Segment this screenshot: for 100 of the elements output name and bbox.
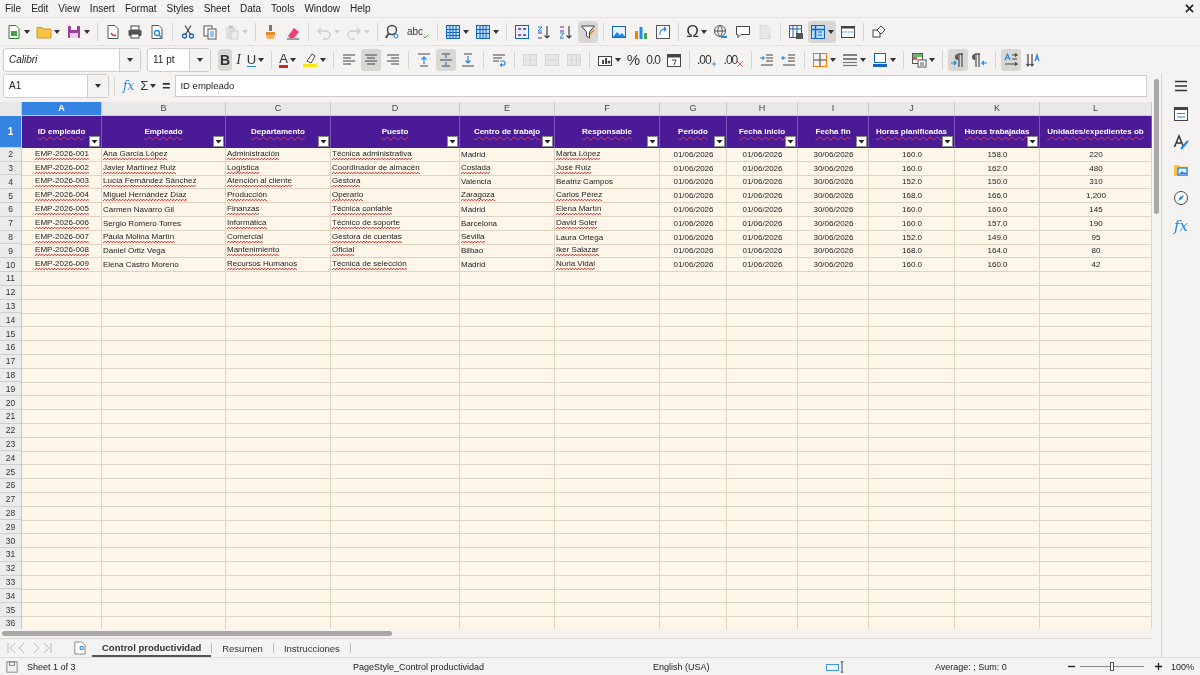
spelling-button[interactable]: abc: [405, 20, 433, 43]
filter-dropdown-icon[interactable]: [542, 135, 553, 147]
percent-button[interactable]: %: [624, 48, 643, 71]
vertical-scrollbar[interactable]: [1154, 79, 1159, 214]
sum-button[interactable]: Σ: [138, 74, 159, 97]
formula-input[interactable]: ID empleado: [175, 74, 1147, 97]
menu-item[interactable]: Styles: [166, 3, 194, 14]
menu-item[interactable]: Edit: [31, 3, 49, 14]
column-header[interactable]: F: [555, 101, 660, 116]
row-header[interactable]: 1: [0, 115, 22, 148]
font-name-field[interactable]: Calibri: [3, 47, 141, 72]
filter-dropdown-icon[interactable]: [318, 135, 329, 147]
horizontaltext-button[interactable]: [1001, 48, 1022, 71]
scissors-icon: [180, 23, 196, 40]
autofilter-button[interactable]: [578, 20, 599, 43]
caret-icon: [197, 57, 203, 62]
freeze-button[interactable]: [807, 20, 836, 43]
row-header[interactable]: 5: [0, 189, 22, 203]
menu-item[interactable]: Data: [239, 3, 262, 14]
filter-dropdown-icon[interactable]: [942, 135, 953, 147]
underline-button[interactable]: U: [244, 48, 267, 71]
zoom-slider-thumb[interactable]: [1110, 662, 1114, 671]
zoom-in-icon[interactable]: [1154, 662, 1163, 671]
properties-icon[interactable]: [1173, 106, 1189, 122]
special-button[interactable]: Ω: [684, 20, 709, 43]
add-sheet-icon[interactable]: [74, 641, 86, 656]
border-color-icon: [872, 51, 889, 68]
filter-dropdown-icon[interactable]: [785, 135, 796, 147]
table-cell: Elena Martín: [556, 204, 602, 215]
menu-item[interactable]: File: [5, 3, 22, 14]
formula-button[interactable]: =: [160, 74, 173, 97]
column-header[interactable]: J: [869, 101, 955, 116]
caret-icon: [890, 57, 897, 62]
gallery-icon[interactable]: [1173, 162, 1189, 178]
table-cell: 30/06/2026: [813, 205, 854, 214]
filter-dropdown-icon[interactable]: [856, 135, 867, 147]
caret-icon: [929, 57, 936, 62]
row-header[interactable]: 20: [0, 396, 22, 410]
row-header[interactable]: 4: [0, 175, 22, 190]
ltr-button[interactable]: [948, 48, 969, 71]
close-icon[interactable]: [1185, 4, 1194, 13]
menu-icon[interactable]: [1173, 78, 1189, 94]
table-cell: 310: [1089, 178, 1103, 187]
bold-button[interactable]: B: [218, 48, 233, 71]
menu-item[interactable]: Tools: [271, 3, 295, 14]
table-cell: 168.0: [902, 192, 922, 201]
navigator-icon[interactable]: [1173, 190, 1189, 206]
row-header[interactable]: 15: [0, 327, 22, 341]
column-header[interactable]: D: [331, 101, 460, 116]
name-box[interactable]: A1: [3, 73, 109, 98]
caret-icon: [463, 29, 470, 34]
styles-icon[interactable]: [1173, 134, 1189, 150]
filter-dropdown-icon[interactable]: [647, 135, 658, 147]
italic-button[interactable]: I: [234, 48, 243, 71]
sheet-tab[interactable]: Control productividad: [92, 639, 212, 657]
column-header[interactable]: I: [798, 101, 869, 116]
row-header[interactable]: 34: [0, 589, 22, 604]
deldecimal-button[interactable]: .00: [721, 48, 747, 71]
menu-item[interactable]: View: [58, 3, 80, 14]
row-header[interactable]: 10: [0, 258, 22, 272]
row-header[interactable]: 9: [0, 244, 22, 259]
menu-item[interactable]: Help: [350, 3, 371, 14]
menu-item[interactable]: Insert: [89, 3, 115, 14]
menu-item[interactable]: Window: [304, 3, 340, 14]
sheet-count-label: Sheet 1 of 3: [27, 661, 77, 672]
font-size-field[interactable]: 11 pt: [147, 47, 211, 72]
row-header[interactable]: 11: [0, 272, 22, 286]
column-header[interactable]: G: [660, 101, 727, 116]
number-button[interactable]: 0.0: [644, 48, 662, 71]
row-header[interactable]: 25: [0, 465, 22, 479]
cross-icon: [736, 59, 745, 68]
row-header[interactable]: 24: [0, 451, 22, 466]
sheet-tab[interactable]: Instrucciones: [273, 639, 350, 657]
row-header[interactable]: 30: [0, 534, 22, 548]
table-cell: 160.0: [987, 261, 1008, 270]
row-header[interactable]: 6: [0, 203, 22, 217]
menu-item[interactable]: Format: [124, 3, 157, 14]
menu-item[interactable]: Sheet: [203, 3, 230, 14]
column-header[interactable]: B: [102, 101, 226, 116]
fontcolor-button[interactable]: A: [277, 48, 298, 71]
column-header[interactable]: H: [727, 101, 798, 116]
column-header[interactable]: K: [955, 101, 1040, 116]
column-header[interactable]: A: [22, 101, 102, 116]
split-window-icon: [839, 23, 856, 40]
alignmiddle-button[interactable]: [435, 48, 456, 71]
row-header[interactable]: 35: [0, 603, 22, 617]
filter-dropdown-icon[interactable]: [447, 135, 458, 147]
filter-dropdown-icon[interactable]: [213, 135, 224, 147]
horizontal-scrollbar[interactable]: [2, 631, 392, 637]
row-header[interactable]: 19: [0, 382, 22, 397]
adddecimal-button[interactable]: .00: [694, 48, 720, 71]
filter-dropdown-icon[interactable]: [714, 135, 725, 147]
column-header[interactable]: C: [226, 101, 331, 116]
row-header[interactable]: 14: [0, 313, 22, 328]
sheet-tab[interactable]: Resumen: [212, 639, 273, 657]
row-header[interactable]: 29: [0, 520, 22, 535]
aligncenter-button[interactable]: [360, 48, 381, 71]
filter-dropdown-icon[interactable]: [1027, 135, 1038, 147]
filter-dropdown-icon[interactable]: [89, 135, 100, 147]
column-header[interactable]: E: [460, 101, 555, 116]
